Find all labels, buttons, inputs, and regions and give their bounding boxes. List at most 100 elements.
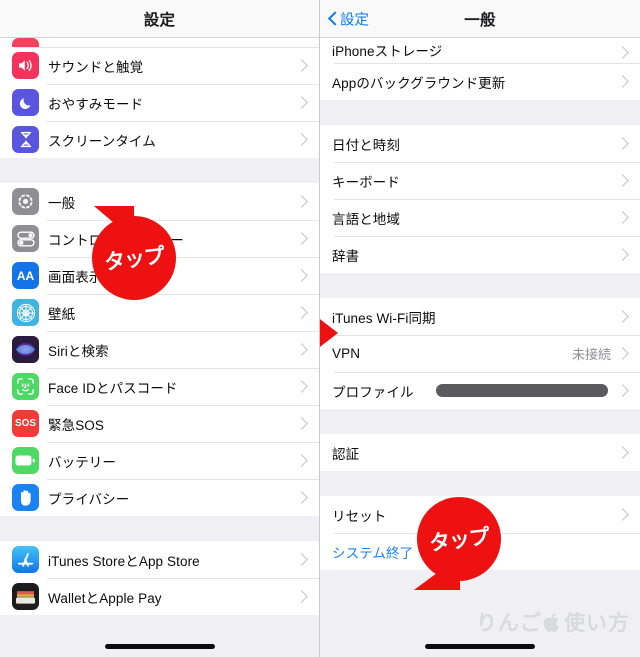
list-item-label: 辞書 bbox=[332, 248, 360, 264]
sidebar-item-label: 緊急SOS bbox=[48, 417, 105, 433]
sidebar-item-itunes-appstore[interactable]: iTunes StoreとApp Store bbox=[0, 541, 319, 578]
chevron-right-icon bbox=[295, 232, 308, 245]
group-separator bbox=[320, 273, 640, 298]
chevron-right-icon bbox=[616, 174, 629, 187]
list-item-iphone-storage[interactable]: iPhoneストレージ bbox=[320, 38, 640, 63]
right-phone-screen: 設定 一般 iPhoneストレージ Appのバックグラウンド更新 日付と時刻 キ… bbox=[320, 0, 640, 657]
group-separator bbox=[320, 100, 640, 125]
back-button[interactable]: 設定 bbox=[328, 8, 369, 29]
settings-group-storage: iPhoneストレージ Appのバックグラウンド更新 bbox=[320, 38, 640, 100]
chevron-right-icon bbox=[295, 590, 308, 603]
sidebar-item-sos[interactable]: SOS 緊急SOS bbox=[0, 405, 319, 442]
sidebar-item-donotdisturb[interactable]: おやすみモード bbox=[0, 84, 319, 121]
sidebar-item-label: 壁紙 bbox=[48, 306, 76, 322]
list-item-label: キーボード bbox=[332, 174, 400, 190]
siri-icon bbox=[12, 336, 39, 363]
list-item-language-region[interactable]: 言語と地域 bbox=[320, 199, 640, 236]
chevron-right-icon bbox=[295, 306, 308, 319]
group-separator bbox=[0, 615, 319, 655]
sidebar-item-battery[interactable]: バッテリー bbox=[0, 442, 319, 479]
sidebar-item-privacy[interactable]: プライバシー bbox=[0, 479, 319, 516]
list-item-label: 言語と地域 bbox=[332, 211, 400, 227]
gear-icon bbox=[12, 188, 39, 215]
sidebar-item-label: 一般 bbox=[48, 195, 76, 211]
sidebar-item-siri[interactable]: Siriと検索 bbox=[0, 331, 319, 368]
sidebar-item-label: おやすみモード bbox=[48, 96, 144, 112]
list-item-itunes-wifi-sync[interactable]: iTunes Wi-Fi同期 bbox=[320, 298, 640, 335]
sidebar-item-label: バッテリー bbox=[48, 454, 116, 470]
chevron-right-icon bbox=[616, 75, 629, 88]
list-item-dictionary[interactable]: 辞書 bbox=[320, 236, 640, 273]
list-item-partial[interactable] bbox=[0, 38, 319, 47]
chevron-right-icon bbox=[616, 46, 629, 59]
chevron-right-icon bbox=[616, 446, 629, 459]
list-item-background-refresh[interactable]: Appのバックグラウンド更新 bbox=[320, 63, 640, 100]
chevron-right-icon bbox=[616, 248, 629, 261]
tap-annotation-label: タップ bbox=[428, 525, 491, 556]
clipped-red-icon bbox=[12, 38, 39, 47]
wallet-icon bbox=[12, 583, 39, 610]
chevron-right-icon bbox=[295, 195, 308, 208]
tap-annotation-label: タップ bbox=[103, 244, 166, 275]
toggles-icon bbox=[12, 225, 39, 252]
sidebar-item-wallpaper[interactable]: 壁紙 bbox=[0, 294, 319, 331]
chevron-right-icon bbox=[616, 508, 629, 521]
appstore-icon bbox=[12, 546, 39, 573]
dual-screenshot-container: 設定 サウンドと触覚 おやすみモード スクリーンタイム 一般 AA 壁紙 Sir… bbox=[0, 0, 640, 657]
right-navbar: 設定 一般 bbox=[320, 0, 640, 38]
sidebar-item-label: Face IDとパスコード bbox=[48, 380, 178, 396]
page-title: 設定 bbox=[143, 11, 176, 29]
chevron-right-icon bbox=[616, 384, 629, 397]
list-item-label: 認証 bbox=[332, 446, 360, 462]
list-item-label: iTunes Wi-Fi同期 bbox=[332, 310, 436, 326]
list-item-label: プロファイル bbox=[332, 384, 414, 400]
text-size-icon: AA bbox=[12, 262, 39, 289]
sidebar-item-label: WalletとApple Pay bbox=[48, 590, 162, 606]
wallpaper-icon bbox=[12, 299, 39, 326]
settings-group-network: iTunes Wi-Fi同期 VPN 未接続 プロファイル bbox=[320, 298, 640, 409]
sidebar-item-wallet-applepay[interactable]: WalletとApple Pay bbox=[0, 578, 319, 615]
chevron-right-icon bbox=[616, 347, 629, 360]
chevron-right-icon bbox=[295, 380, 308, 393]
sidebar-item-sounds[interactable]: サウンドと触覚 bbox=[0, 47, 319, 84]
sidebar-item-screentime[interactable]: スクリーンタイム bbox=[0, 121, 319, 158]
sidebar-item-general[interactable]: 一般 bbox=[0, 183, 319, 220]
group-separator bbox=[320, 471, 640, 496]
settings-group-sound: サウンドと触覚 おやすみモード スクリーンタイム bbox=[0, 38, 319, 158]
hourglass-icon bbox=[12, 126, 39, 153]
list-item-label: 日付と時刻 bbox=[332, 137, 400, 153]
list-item-authentication[interactable]: 認証 bbox=[320, 434, 640, 471]
group-separator bbox=[0, 158, 319, 183]
settings-group-localization: 日付と時刻 キーボード 言語と地域 辞書 bbox=[320, 125, 640, 273]
left-settings-list[interactable]: サウンドと触覚 おやすみモード スクリーンタイム 一般 AA 壁紙 Siriと検… bbox=[0, 38, 319, 657]
tap-annotation-bubble: タップ bbox=[417, 497, 501, 581]
chevron-right-icon bbox=[295, 553, 308, 566]
aa-glyph: AA bbox=[16, 268, 35, 283]
sidebar-item-label: Siriと検索 bbox=[48, 343, 109, 359]
red-arrow-marker bbox=[320, 313, 338, 353]
sidebar-item-faceid[interactable]: Face IDとパスコード bbox=[0, 368, 319, 405]
sidebar-item-label: iTunes StoreとApp Store bbox=[48, 553, 200, 569]
sos-glyph: SOS bbox=[14, 417, 37, 429]
site-watermark: りんご 使い方 bbox=[476, 607, 630, 637]
settings-group-certificates: 認証 bbox=[320, 434, 640, 471]
list-item-keyboard[interactable]: キーボード bbox=[320, 162, 640, 199]
chevron-right-icon bbox=[295, 454, 308, 467]
chevron-right-icon bbox=[295, 59, 308, 72]
list-item-date-time[interactable]: 日付と時刻 bbox=[320, 125, 640, 162]
list-item-label: リセット bbox=[332, 508, 387, 524]
chevron-right-icon bbox=[295, 133, 308, 146]
chevron-right-icon bbox=[295, 343, 308, 356]
tap-annotation-bubble: タップ bbox=[92, 216, 176, 300]
list-item-profile[interactable]: プロファイル bbox=[320, 372, 640, 409]
list-item-label: iPhoneストレージ bbox=[332, 44, 443, 59]
list-item-vpn[interactable]: VPN 未接続 bbox=[320, 335, 640, 372]
redaction-bar bbox=[435, 384, 608, 397]
page-title: 一般 bbox=[464, 11, 496, 29]
home-indicator bbox=[425, 644, 535, 649]
sidebar-item-label: サウンドと触覚 bbox=[48, 59, 144, 75]
hand-icon bbox=[12, 484, 39, 511]
chevron-left-icon bbox=[328, 10, 338, 27]
battery-icon bbox=[12, 447, 39, 474]
chevron-right-icon bbox=[295, 96, 308, 109]
